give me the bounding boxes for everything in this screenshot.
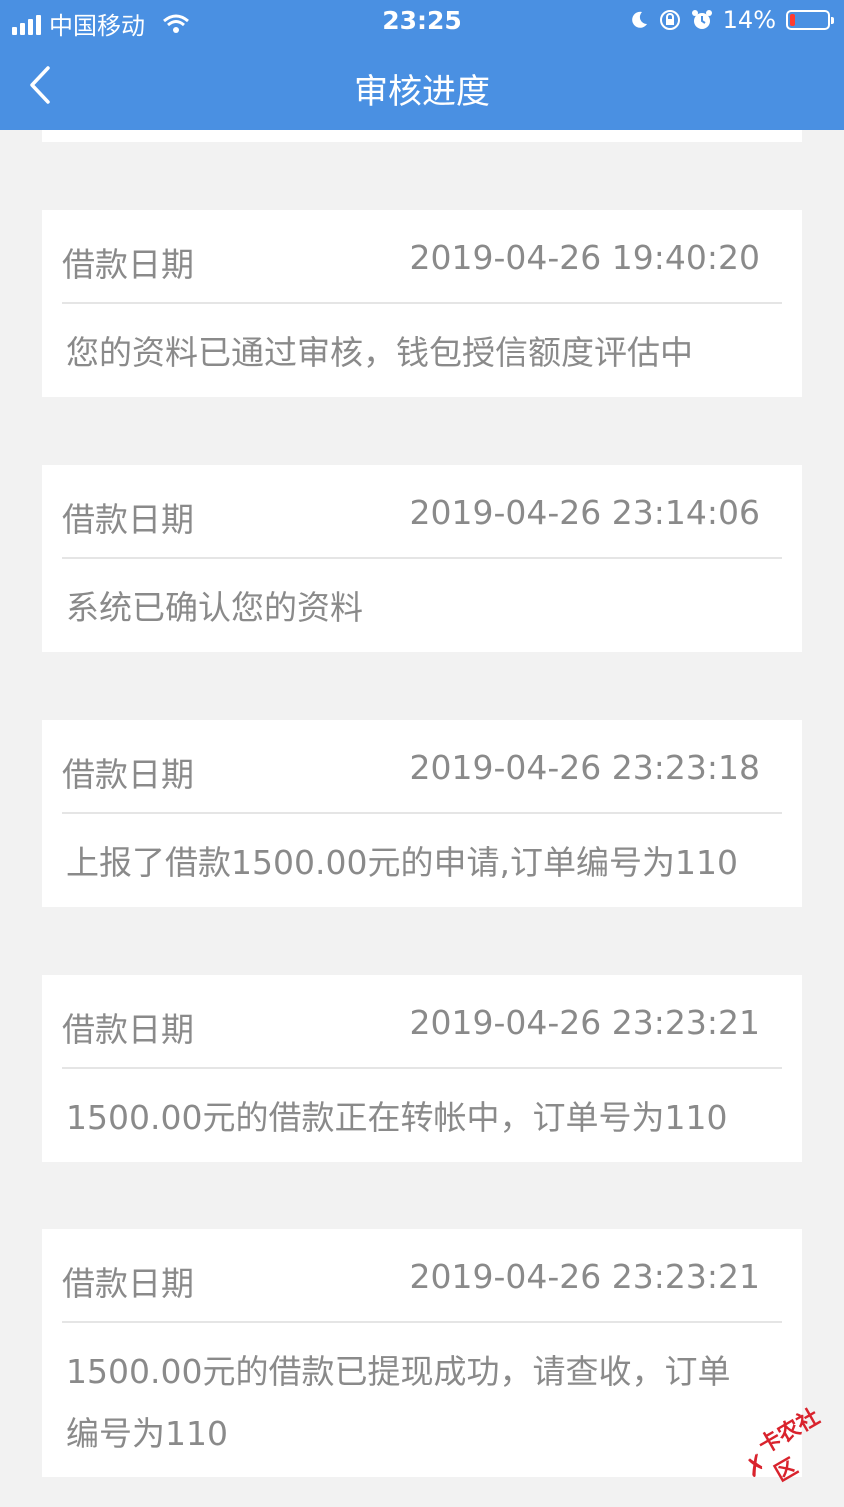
record-date-value: 2019-04-26 19:40:20	[409, 238, 760, 277]
record-date-label: 借款日期	[62, 755, 194, 794]
record-card: 借款日期 2019-04-26 23:23:21 1500.00元的借款已提现成…	[42, 1229, 802, 1477]
record-card: 借款日期 2019-04-26 23:14:06 系统已确认您的资料	[42, 465, 802, 652]
record-date-label: 借款日期	[62, 500, 194, 539]
record-message: 1500.00元的借款已提现成功，请查收，订单编号为110	[66, 1352, 731, 1453]
record-header: 借款日期 2019-04-26 23:14:06	[62, 465, 782, 559]
record-date-value: 2019-04-26 23:14:06	[409, 493, 760, 532]
battery-icon	[786, 10, 834, 30]
record-message: 您的资料已通过审核，钱包授信额度评估中	[66, 333, 693, 372]
record-date-label: 借款日期	[62, 1010, 194, 1049]
record-date-label: 借款日期	[62, 1264, 194, 1303]
record-message: 上报了借款1500.00元的申请,订单编号为110	[66, 843, 738, 882]
record-card-partial	[42, 130, 802, 142]
record-card: 借款日期 2019-04-26 23:23:18 上报了借款1500.00元的申…	[42, 720, 802, 907]
app-header: 中国移动 23:25 14% 审核进度	[0, 0, 844, 130]
record-header: 借款日期 2019-04-26 19:40:20	[62, 210, 782, 304]
record-header: 借款日期 2019-04-26 23:23:18	[62, 720, 782, 814]
record-card: 借款日期 2019-04-26 23:23:21 1500.00元的借款正在转帐…	[42, 975, 802, 1162]
record-date-value: 2019-04-26 23:23:21	[409, 1257, 760, 1296]
record-header: 借款日期 2019-04-26 23:23:21	[62, 1229, 782, 1323]
record-message: 系统已确认您的资料	[66, 588, 363, 627]
record-date-value: 2019-04-26 23:23:21	[409, 1003, 760, 1042]
alarm-icon	[691, 10, 712, 29]
record-header: 借款日期 2019-04-26 23:23:21	[62, 975, 782, 1069]
status-bar: 中国移动 23:25 14%	[0, 0, 844, 44]
record-date-label: 借款日期	[62, 245, 194, 284]
record-date-value: 2019-04-26 23:23:18	[409, 748, 760, 787]
battery-percent: 14%	[722, 6, 776, 34]
rotation-lock-icon	[659, 10, 680, 30]
moon-icon	[631, 11, 647, 28]
record-card: 借款日期 2019-04-26 19:40:20 您的资料已通过审核，钱包授信额…	[42, 210, 802, 397]
record-message: 1500.00元的借款正在转帐中，订单号为110	[66, 1098, 728, 1137]
battery-level	[790, 14, 796, 26]
page-title: 审核进度	[354, 72, 490, 112]
navigation-bar: 审核进度	[0, 44, 844, 130]
